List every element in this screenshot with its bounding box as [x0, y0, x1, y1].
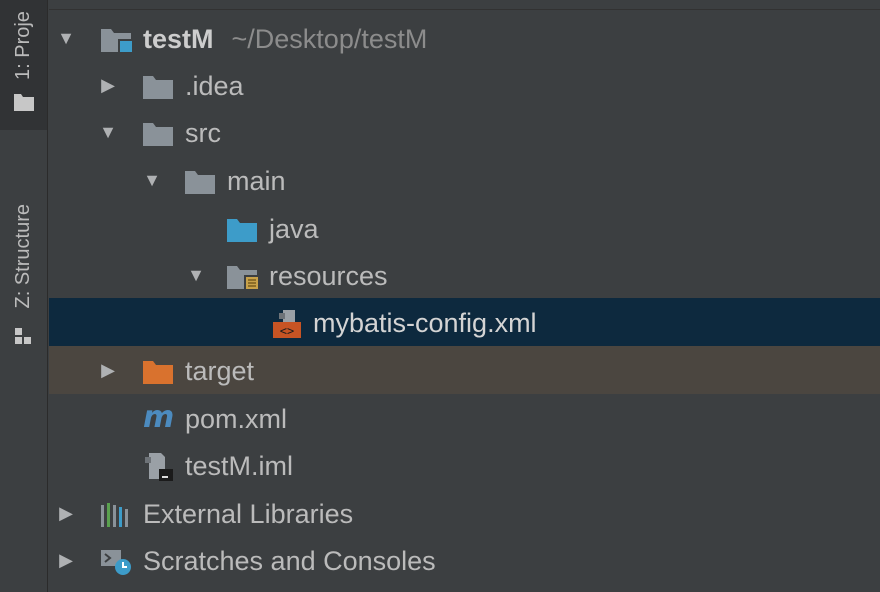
tree-label-iml: testM.iml: [185, 451, 293, 481]
collapsed-arrow-icon[interactable]: ▶: [57, 504, 75, 522]
tree-label-java: java: [269, 214, 319, 244]
folder-icon: [185, 171, 215, 194]
tool-window-stripe: 1: Proje Z: Structure: [0, 0, 48, 592]
tree-row-java[interactable]: java: [49, 204, 880, 252]
tree-row-external-libraries[interactable]: ▶ External Libraries: [49, 489, 880, 537]
tree-label-main: main: [227, 166, 286, 196]
iml-file-icon: [145, 453, 173, 481]
root-path: ~/Desktop/testM: [231, 24, 428, 54]
project-tree: ▼ testM ~/Desktop/testM ▶ .idea ▼ src ▼: [49, 0, 880, 592]
tree-label-resources: resources: [269, 261, 388, 291]
structure-tab-label: Z: Structure: [12, 203, 34, 308]
project-tab-label: 1: Proje: [12, 11, 34, 80]
tree-row-main[interactable]: ▼ main: [49, 156, 880, 204]
tree-label-root: testM ~/Desktop/testM: [143, 24, 427, 54]
tree-top-border: [49, 0, 880, 10]
tree-row-resources[interactable]: ▼ resources: [49, 251, 880, 299]
expanded-arrow-icon[interactable]: ▼: [143, 171, 161, 189]
ide-window: 1: Proje Z: Structure ▼ testM ~/Desktop/t…: [0, 0, 880, 592]
tree-row-root[interactable]: ▼ testM ~/Desktop/testM: [49, 14, 880, 62]
library-icon: [101, 503, 128, 527]
tree-row-scratches[interactable]: ▶ Scratches and Consoles: [49, 536, 880, 584]
tree-row-pom[interactable]: m pom.xml: [49, 394, 880, 442]
source-folder-icon: [227, 219, 257, 242]
root-name: testM: [143, 24, 214, 54]
maven-icon: m: [143, 400, 175, 435]
tree-row-src[interactable]: ▼ src: [49, 108, 880, 156]
tree-label-idea: .idea: [185, 71, 244, 101]
resources-folder-icon: [227, 266, 260, 291]
xml-file-icon: <>: [273, 310, 301, 338]
tree-row-target[interactable]: ▶ target: [49, 346, 880, 394]
collapsed-arrow-icon[interactable]: ▶: [99, 361, 117, 379]
tree-label-scratches: Scratches and Consoles: [143, 546, 436, 576]
expanded-arrow-icon[interactable]: ▼: [187, 266, 205, 284]
svg-text:<>: <>: [280, 324, 294, 338]
tree-row-mybatis-config[interactable]: <> mybatis-config.xml: [49, 298, 880, 346]
expanded-arrow-icon[interactable]: ▼: [57, 29, 75, 47]
tree-row-idea[interactable]: ▶ .idea: [49, 61, 880, 109]
module-folder-icon: [101, 29, 134, 54]
tree-label-mybatis-config: mybatis-config.xml: [313, 308, 537, 338]
tree-label-target: target: [185, 356, 255, 386]
structure-tool-button[interactable]: Z: Structure: [0, 168, 47, 358]
folder-icon: [143, 76, 173, 99]
tree-label-pom: pom.xml: [185, 404, 288, 434]
folder-icon: [14, 94, 34, 111]
tree-label-src: src: [185, 118, 221, 148]
tree-label-external-libraries: External Libraries: [143, 499, 354, 529]
expanded-arrow-icon[interactable]: ▼: [99, 123, 117, 141]
tree-row-iml[interactable]: testM.iml: [49, 441, 880, 489]
collapsed-arrow-icon[interactable]: ▶: [99, 76, 117, 94]
folder-icon: [143, 123, 173, 146]
structure-icon: [15, 328, 31, 344]
scratches-icon: [101, 550, 131, 575]
collapsed-arrow-icon[interactable]: ▶: [57, 551, 75, 569]
project-tool-button[interactable]: 1: Proje: [0, 0, 47, 130]
excluded-folder-icon: [143, 361, 173, 384]
